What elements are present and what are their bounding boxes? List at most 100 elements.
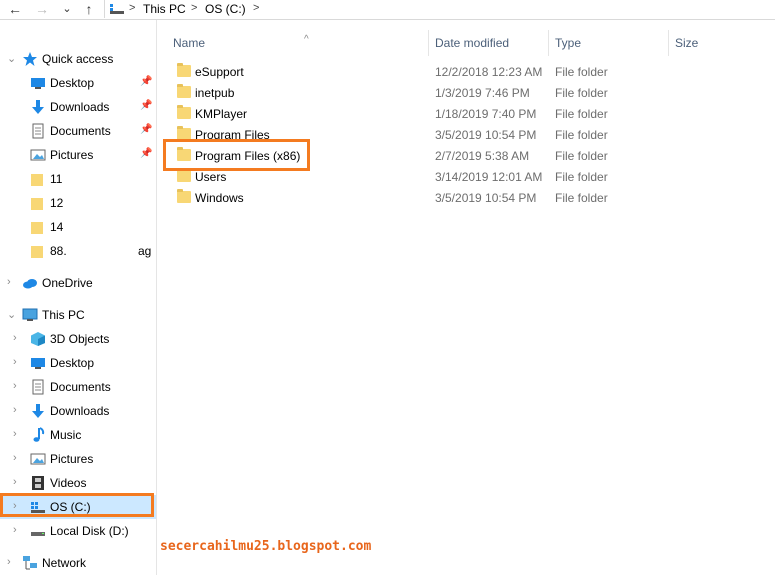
chevron-down-icon[interactable]: ⌄ [7,52,16,65]
nav-downloads[interactable]: Downloads 📌 [0,95,156,119]
file-date: 1/18/2019 7:40 PM [435,107,537,121]
nav-pc-desktop[interactable]: › Desktop [0,351,156,375]
folder-icon [31,222,43,234]
nav-label: Desktop [50,76,95,90]
column-header-type[interactable]: Type [549,30,669,56]
nav-label: OneDrive [42,276,93,290]
cube-icon [31,332,45,346]
nav-label: 88. [50,244,67,258]
chevron-down-icon: ⌄ [62,3,72,15]
file-date: 3/14/2019 12:01 AM [435,170,543,184]
column-header-size[interactable]: Size [669,30,775,56]
nav-pc-pictures[interactable]: › Pictures [0,447,156,471]
breadcrumb-this-pc[interactable]: This PC [143,2,186,16]
file-date: 3/5/2019 10:54 PM [435,191,537,205]
recent-locations-button[interactable]: ⌄ [58,0,76,18]
file-type: File folder [555,128,608,142]
truncated-text: ag [138,244,152,258]
chevron-right-icon[interactable]: › [13,380,17,392]
nav-label: Quick access [42,52,114,66]
nav-label: Network [42,556,87,570]
forward-arrow-icon: → [35,1,49,17]
nav-pc-music[interactable]: › Music [0,423,156,447]
nav-label: 11 [50,172,63,186]
nav-folder-88[interactable]: 88. ag [0,239,156,263]
nav-label: Pictures [50,148,94,162]
file-row-windows[interactable]: Windows 3/5/2019 10:54 PM File folder [167,188,767,209]
chevron-right-icon[interactable]: › [13,476,17,488]
nav-pc-downloads[interactable]: › Downloads [0,399,156,423]
chevron-right-icon[interactable]: › [13,356,17,368]
chevron-down-icon[interactable]: ⌄ [7,308,16,321]
nav-folder-12[interactable]: 12 [0,191,156,215]
breadcrumb-os-c[interactable]: OS (C:) [205,2,246,16]
nav-3d-objects[interactable]: › 3D Objects [0,327,156,351]
chevron-right-icon[interactable]: › [7,276,11,288]
file-name: Users [195,170,227,184]
column-header-date[interactable]: Date modified [429,30,549,56]
file-list: Name ^ Date modified Type Size eSupport … [157,20,775,575]
column-label: Size [675,36,699,50]
nav-label: 14 [50,220,64,234]
nav-pc-videos[interactable]: › Videos [0,471,156,495]
back-arrow-icon: ← [8,1,22,17]
nav-desktop[interactable]: Desktop 📌 [0,71,156,95]
nav-network[interactable]: › Network [0,551,156,575]
nav-label: Local Disk (D:) [50,524,129,538]
nav-documents[interactable]: Documents 📌 [0,119,156,143]
column-label: Type [555,36,582,50]
folder-icon [31,198,43,210]
breadcrumb-separator: > [129,2,136,14]
file-type: File folder [555,191,608,205]
pin-icon: 📌 [140,100,153,111]
column-header-name[interactable]: Name ^ [167,30,429,56]
chevron-right-icon[interactable]: › [13,524,17,536]
up-button[interactable]: ↑ [80,0,98,18]
up-arrow-icon: ↑ [85,1,93,17]
picture-icon [30,453,46,465]
nav-pc-documents[interactable]: › Documents [0,375,156,399]
cloud-icon [23,279,37,289]
chevron-right-icon[interactable]: › [13,452,17,464]
nav-label: Videos [50,476,87,490]
nav-folder-11[interactable]: 11 [0,167,156,191]
chevron-right-icon[interactable]: › [13,332,17,344]
address-box[interactable]: > This PC > OS (C:) > [104,0,775,18]
chevron-right-icon[interactable]: › [7,556,11,568]
download-icon [32,100,44,114]
folder-icon [31,174,43,186]
nav-this-pc[interactable]: ⌄ This PC [0,303,156,327]
nav-onedrive[interactable]: › OneDrive [0,271,156,295]
download-icon [32,404,44,418]
file-type: File folder [555,149,608,163]
folder-icon [177,63,191,77]
file-row-esupport[interactable]: eSupport 12/2/2018 12:23 AM File folder [167,62,767,83]
nav-folder-14[interactable]: 14 [0,215,156,239]
file-type: File folder [555,107,608,121]
file-name: KMPlayer [195,107,248,121]
chevron-right-icon[interactable]: › [13,428,17,440]
pin-icon: 📌 [140,148,153,159]
document-icon [32,123,44,139]
music-icon [33,427,45,442]
nav-label: Documents [50,124,111,138]
file-row-kmplayer[interactable]: KMPlayer 1/18/2019 7:40 PM File folder [167,104,767,125]
nav-pictures[interactable]: Pictures 📌 [0,143,156,167]
file-row-inetpub[interactable]: inetpub 1/3/2019 7:46 PM File folder [167,83,767,104]
nav-local-disk-d[interactable]: › Local Disk (D:) [0,519,156,543]
folder-icon [177,168,191,182]
computer-icon [22,308,38,321]
column-label: Date modified [435,36,510,50]
breadcrumb-separator: > [191,2,198,14]
folder-icon [177,105,191,119]
file-date: 2/7/2019 5:38 AM [435,149,530,163]
file-date: 3/5/2019 10:54 PM [435,128,537,142]
forward-button[interactable]: → [33,0,51,18]
sort-ascending-icon: ^ [304,34,309,45]
desktop-icon [31,358,45,369]
nav-quick-access[interactable]: ⌄ Quick access [0,47,156,71]
back-button[interactable]: ← [6,0,24,18]
chevron-right-icon[interactable]: › [13,404,17,416]
address-bar-row: ← → ⌄ ↑ > This PC > OS (C:) > [0,0,775,20]
nav-label: Desktop [50,356,95,370]
